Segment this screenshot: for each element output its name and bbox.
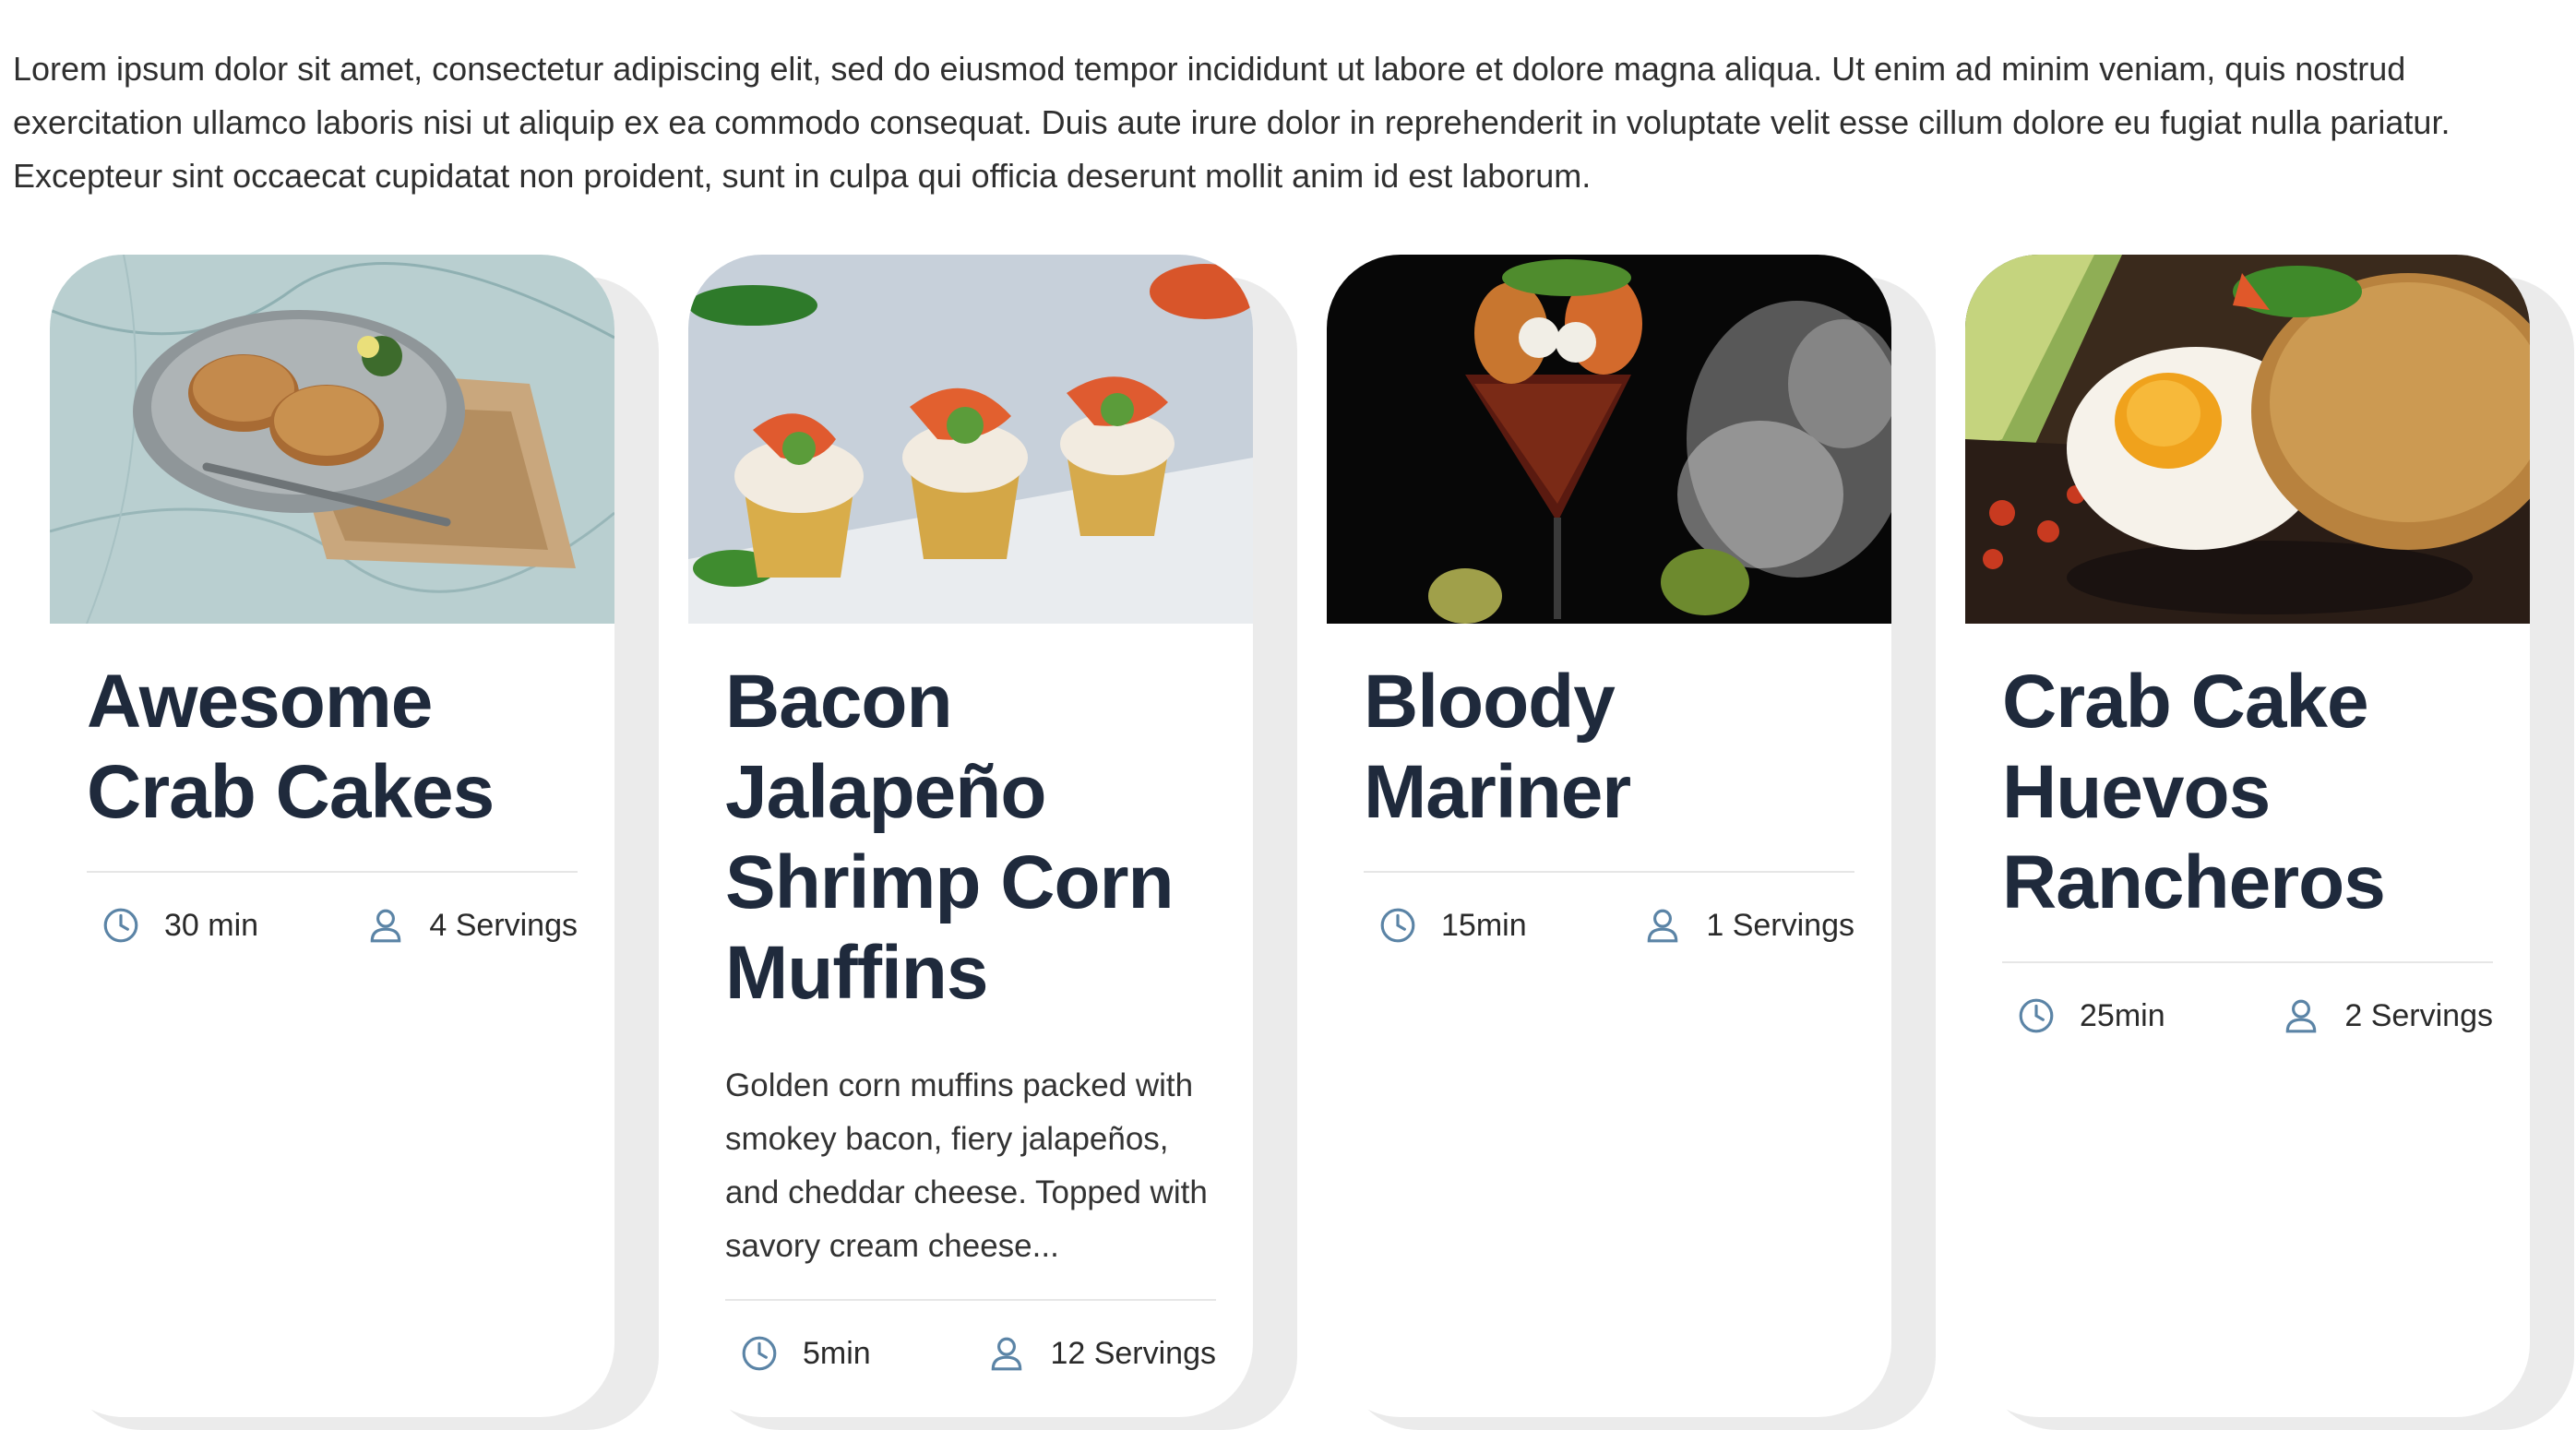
person-icon (371, 909, 401, 943)
intro-paragraph: Lorem ipsum dolor sit amet, consectetur … (13, 50, 2451, 195)
person-icon (2286, 999, 2317, 1033)
divider (87, 871, 578, 873)
recipe-title[interactable]: Crab Cake Huevos Rancheros (2002, 657, 2493, 928)
time-info: 15min (1378, 906, 1527, 945)
recipe-card-bacon-jalapeno-shrimp-corn-muffins[interactable]: Bacon Jalapeño Shrimp Corn Muffins Golde… (688, 255, 1253, 1417)
recipe-card-crab-cake-huevos-rancheros[interactable]: Crab Cake Huevos Rancheros 25min 2 Servi… (1965, 255, 2530, 1417)
time-info: 5min (740, 1334, 871, 1373)
clock-icon (1380, 908, 1415, 943)
time-value: 25min (2080, 997, 2165, 1033)
bloody-mariner-photo[interactable] (1327, 255, 1891, 624)
recipe-card-bloody-mariner[interactable]: Bloody Mariner 15min 1 Servings (1327, 255, 1891, 1417)
recipe-description: Golden corn muffins packed with smokey b… (725, 1067, 1208, 1264)
shrimp-corn-muffins-photo[interactable] (688, 255, 1253, 624)
servings-info: 12 Servings (987, 1334, 1216, 1373)
huevos-rancheros-photo[interactable] (1965, 255, 2530, 624)
recipe-meta: 15min 1 Servings (1364, 906, 1854, 945)
time-info: 30 min (101, 906, 258, 945)
recipe-card-awesome-crab-cakes[interactable]: Awesome Crab Cakes 30 min 4 Servings (50, 255, 614, 1417)
servings-info: 2 Servings (2282, 996, 2493, 1035)
time-info: 25min (2017, 996, 2165, 1035)
servings-value: 1 Servings (1706, 907, 1854, 943)
time-value: 5min (803, 1335, 871, 1371)
time-value: 15min (1441, 907, 1527, 943)
divider (2002, 961, 2493, 963)
clock-icon (103, 908, 138, 943)
servings-value: 2 Servings (2344, 997, 2493, 1033)
person-icon (1648, 909, 1678, 943)
person-icon (992, 1337, 1022, 1371)
crab-cakes-photo[interactable] (50, 255, 614, 624)
section-heading-clipped (646, 0, 978, 11)
servings-value: 4 Servings (429, 907, 578, 943)
servings-value: 12 Servings (1050, 1335, 1216, 1371)
recipe-title[interactable]: Bacon Jalapeño Shrimp Corn Muffins (725, 657, 1216, 1019)
time-value: 30 min (164, 907, 259, 943)
recipe-meta: 25min 2 Servings (2002, 996, 2493, 1035)
clock-icon (2019, 998, 2054, 1033)
servings-info: 1 Servings (1643, 906, 1854, 945)
servings-info: 4 Servings (366, 906, 578, 945)
recipe-title[interactable]: Awesome Crab Cakes (87, 657, 578, 838)
clock-icon (742, 1336, 777, 1371)
divider (725, 1299, 1216, 1301)
recipe-meta: 5min 12 Servings (725, 1334, 1216, 1373)
recipe-title[interactable]: Bloody Mariner (1364, 657, 1854, 838)
recipe-meta: 30 min 4 Servings (87, 906, 578, 945)
divider (1364, 871, 1854, 873)
